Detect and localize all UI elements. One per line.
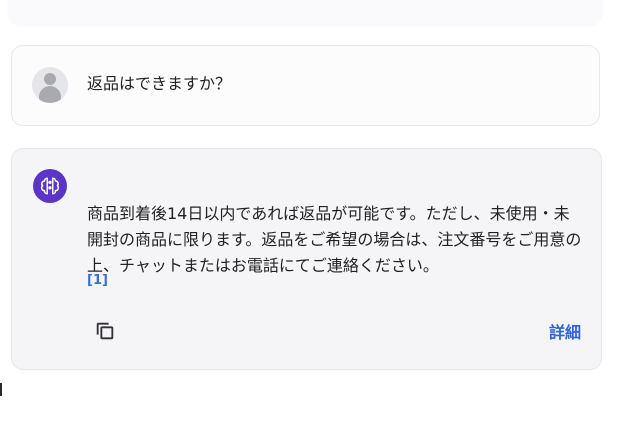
copy-icon [96, 322, 114, 340]
scroll-indicator [0, 383, 2, 396]
citation-link[interactable]: [1] [87, 273, 108, 288]
details-button[interactable]: 詳細 [549, 319, 581, 343]
previous-message-card [8, 0, 602, 25]
user-avatar-icon [32, 67, 68, 103]
brain-icon [33, 169, 67, 203]
assistant-message: 商品到着後14日以内であれば返品が可能です。ただし、未使用・未開封の商品に限りま… [11, 148, 602, 370]
user-message: 返品はできますか？ [11, 45, 600, 126]
assistant-message-text: 商品到着後14日以内であれば返品が可能です。ただし、未使用・未開封の商品に限りま… [87, 204, 582, 275]
copy-button[interactable] [91, 317, 119, 345]
user-message-text: 返品はできますか？ [87, 74, 232, 93]
chat-page: 返品はできますか？ 商品到着後14日以内であれば返品が可能です。ただし、未使用・… [0, 0, 621, 446]
